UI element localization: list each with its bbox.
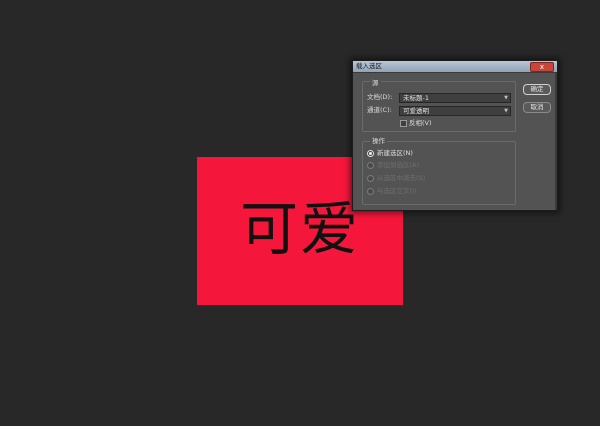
close-icon: x [539, 63, 545, 71]
dialog-titlebar[interactable]: 载入选区 x [353, 61, 557, 73]
invert-label[interactable]: 反相(V) [409, 119, 432, 127]
subtract-from-selection-label[interactable]: 从选区中减去(S) [377, 174, 425, 182]
add-to-selection-label[interactable]: 添加到选区(A) [377, 161, 419, 169]
ok-button[interactable]: 确定 [523, 84, 551, 95]
dialog-right-edge [555, 72, 557, 210]
invert-checkbox[interactable] [400, 120, 407, 127]
load-selection-dialog: 载入选区 x 源 文档(D): 未标题-1 ▼ 通道(C): 可爱透明 ▼ 反相… [352, 60, 558, 211]
ok-button-label: 确定 [530, 85, 544, 93]
intersect-selection-label[interactable]: 与选区交叉(I) [377, 187, 417, 195]
new-selection-radio[interactable] [367, 150, 374, 157]
subtract-from-selection-radio[interactable] [367, 175, 374, 182]
cancel-button-label: 取消 [530, 103, 544, 111]
intersect-selection-radio[interactable] [367, 188, 374, 195]
channel-select[interactable]: 可爱透明 ▼ [399, 106, 511, 116]
cancel-button[interactable]: 取消 [523, 102, 551, 113]
source-group-label: 源 [370, 79, 381, 87]
document-label: 文档(D): [367, 93, 393, 101]
channel-value: 可爱透明 [403, 107, 429, 115]
document-value: 未标题-1 [403, 94, 429, 102]
operation-group-label: 操作 [370, 137, 387, 145]
channel-label: 通道(C): [367, 106, 392, 114]
document-select[interactable]: 未标题-1 ▼ [399, 93, 511, 103]
chevron-down-icon: ▼ [504, 95, 508, 101]
close-button[interactable]: x [530, 62, 554, 72]
new-selection-label[interactable]: 新建选区(N) [377, 149, 413, 157]
chevron-down-icon: ▼ [504, 108, 508, 114]
add-to-selection-radio[interactable] [367, 162, 374, 169]
dialog-title: 载入选区 [356, 62, 382, 70]
